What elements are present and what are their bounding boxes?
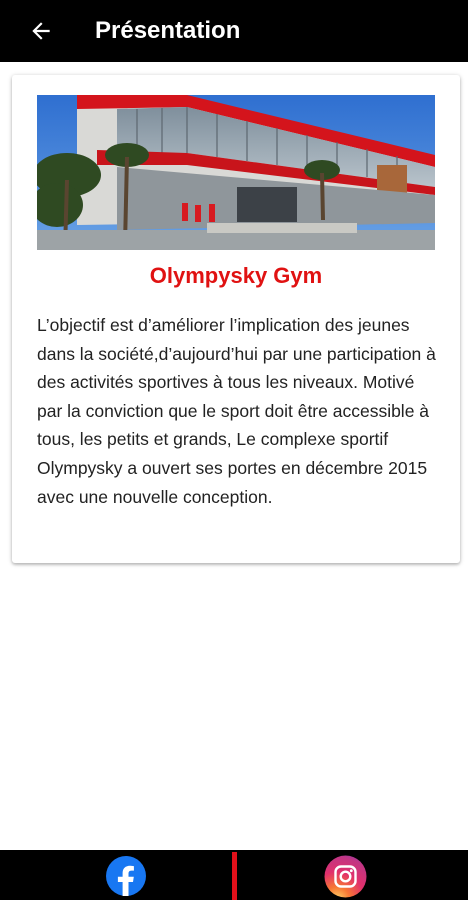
facebook-icon (106, 856, 146, 896)
page-title: Présentation (95, 17, 241, 44)
app-bar: Présentation (0, 0, 468, 62)
gym-building-photo (37, 95, 435, 250)
instagram-button[interactable] (324, 855, 367, 898)
gym-description: L’objectif est d’améliorer l’implication… (37, 315, 436, 507)
facebook-button[interactable] (105, 855, 147, 897)
back-button[interactable] (17, 7, 65, 55)
arrow-left-icon (32, 22, 50, 40)
instagram-icon (324, 855, 367, 898)
presentation-card: Olympysky Gym L’objectif est d’améliorer… (12, 75, 460, 563)
gym-title: Olympysky Gym (149, 263, 323, 288)
bottom-bar (0, 850, 468, 900)
bottom-divider (232, 852, 237, 900)
